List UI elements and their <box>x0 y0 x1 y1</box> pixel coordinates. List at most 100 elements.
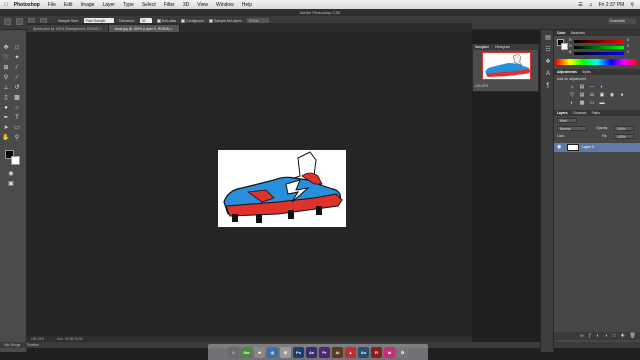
tab-timeline[interactable]: Timeline <box>27 342 39 348</box>
tool-preset-icon[interactable] <box>4 17 11 25</box>
threshold-icon[interactable]: ▭ <box>589 100 595 106</box>
clock[interactable]: Fri 2:37 PM <box>598 2 624 8</box>
menu-view[interactable]: View <box>197 2 208 8</box>
blur-tool-icon[interactable]: ● <box>2 104 10 112</box>
menu-3d[interactable]: 3D <box>183 2 189 8</box>
crop-tool-icon[interactable]: ⊞ <box>2 64 10 72</box>
navigator-thumbnail[interactable] <box>482 52 531 80</box>
menu-help[interactable]: Help <box>242 2 252 8</box>
gradient-tool-icon[interactable]: ▩ <box>13 94 21 102</box>
adjustment-layer-icon[interactable]: ◑ <box>604 333 607 339</box>
hand-tool-icon[interactable]: ✋ <box>2 134 10 142</box>
trash-dock-icon[interactable]: ♻ <box>397 346 408 358</box>
launchpad-icon[interactable]: ★ <box>254 346 265 358</box>
clone-stamp-icon[interactable]: ⊥ <box>2 84 10 92</box>
apple-icon[interactable]:  <box>4 2 8 8</box>
photo-filter-icon[interactable]: ◉ <box>609 92 615 98</box>
dock-app-ps[interactable]: Ps <box>293 346 304 358</box>
r-value[interactable]: 0 <box>627 38 629 42</box>
b-value[interactable]: 0 <box>627 50 629 54</box>
link-layers-icon[interactable]: ∞ <box>580 333 584 339</box>
color-bg-swatch[interactable] <box>561 43 568 50</box>
zoom-tool-icon[interactable]: ⚲ <box>13 134 21 142</box>
menu-edit[interactable]: Edit <box>64 2 73 8</box>
marquee-tool-icon[interactable]: □ <box>13 44 21 52</box>
dock-app-fl[interactable]: Fl <box>371 346 382 358</box>
exposure-icon[interactable]: ◐ <box>599 84 605 90</box>
menu-window[interactable]: Window <box>216 2 234 8</box>
fx-icon[interactable]: ƒ <box>589 333 592 339</box>
healing-brush-icon[interactable]: ⚲ <box>2 74 10 82</box>
paragraph-panel-icon[interactable]: ¶ <box>544 82 552 90</box>
zoom-readout[interactable]: 150.15% <box>31 337 44 341</box>
dock-app-an[interactable]: An <box>358 346 369 358</box>
menu-select[interactable]: Select <box>142 2 156 8</box>
eye-icon[interactable]: ◉ <box>557 144 561 150</box>
menu-type[interactable]: Type <box>123 2 134 8</box>
menu-filter[interactable]: Filter <box>164 2 175 8</box>
character-panel-icon[interactable]: A <box>544 70 552 78</box>
eyedropper-tool-icon[interactable]: ⁄ <box>13 64 21 72</box>
dock-app-pr[interactable]: Pr <box>319 346 330 358</box>
gradient-map-icon[interactable]: ▬ <box>599 100 605 106</box>
tab-channels[interactable]: Channels <box>573 110 587 116</box>
new-layer-icon[interactable]: ✚ <box>620 333 624 339</box>
app-menu[interactable]: Photoshop <box>14 2 40 8</box>
black-white-icon[interactable]: ▣ <box>599 92 605 98</box>
tab-styles[interactable]: Styles <box>582 69 591 75</box>
pen-tool-icon[interactable]: ✒ <box>2 114 10 122</box>
g-value[interactable]: 0 <box>627 44 629 48</box>
lasso-tool-icon[interactable]: ➰ <box>2 54 10 62</box>
acrobat-icon[interactable]: ▲ <box>345 346 356 358</box>
layer-name[interactable]: Layer 0 <box>582 144 594 151</box>
color-spectrum-bar[interactable] <box>556 59 638 65</box>
posterize-icon[interactable]: ▩ <box>579 100 585 106</box>
path-selection-icon[interactable]: ➤ <box>2 124 10 132</box>
properties-panel-icon[interactable]: ☷ <box>544 46 552 54</box>
dock-app-id[interactable]: Id <box>384 346 395 358</box>
tab-navigator[interactable]: Navigator <box>475 44 489 50</box>
history-brush-icon[interactable]: ↺ <box>13 84 21 92</box>
workspace-select[interactable]: Essentials <box>608 18 636 24</box>
eraser-tool-icon[interactable]: ▯ <box>2 94 10 102</box>
move-tool-icon[interactable]: ✥ <box>2 44 10 52</box>
fill-input[interactable]: 100% <box>614 134 634 139</box>
trash-icon[interactable]: 🗑 <box>630 333 636 339</box>
dock-app-ae[interactable]: Ae <box>306 346 317 358</box>
history-panel-icon[interactable]: ▤ <box>544 34 552 42</box>
safari-icon[interactable]: ◎ <box>267 346 278 358</box>
mask-icon[interactable]: ◐ <box>596 333 599 339</box>
wifi-icon[interactable]: ☰ <box>578 2 582 8</box>
brush-panel-icon[interactable]: ❖ <box>544 58 552 66</box>
doc-size[interactable]: Doc: 75.3K/75.3K <box>57 337 83 341</box>
screen-mode-icon[interactable]: ▣ <box>7 180 15 188</box>
dock-app-ai[interactable]: Ai <box>332 346 343 358</box>
background-color-swatch[interactable] <box>11 156 20 165</box>
hue-saturation-icon[interactable]: ▤ <box>579 92 585 98</box>
tab-adjustments[interactable]: Adjustments <box>557 69 577 75</box>
menu-layer[interactable]: Layer <box>102 2 115 8</box>
new-group-icon[interactable]: □ <box>612 333 615 339</box>
dock-app-dw[interactable]: Dw <box>241 346 252 358</box>
brightness-contrast-icon[interactable]: ☼ <box>569 84 575 90</box>
tab-paths[interactable]: Paths <box>592 110 600 116</box>
type-tool-icon[interactable]: T <box>13 114 21 122</box>
tab-swatches[interactable]: Swatches <box>571 30 585 36</box>
tab-histogram[interactable]: Histogram <box>495 44 510 50</box>
vibrance-icon[interactable]: ▽ <box>569 92 575 98</box>
magic-wand-tool-icon[interactable]: ✦ <box>13 54 21 62</box>
menu-file[interactable]: File <box>48 2 56 8</box>
shape-tool-icon[interactable]: ▭ <box>13 124 21 132</box>
volume-icon[interactable]: ♫ <box>589 2 593 8</box>
tab-color[interactable]: Color <box>557 30 566 36</box>
b-slider[interactable] <box>574 52 624 55</box>
blend-mode-select[interactable]: Normal <box>557 126 587 131</box>
layer-thumbnail[interactable] <box>567 144 579 151</box>
r-slider[interactable] <box>574 40 624 43</box>
document-canvas[interactable] <box>218 150 346 227</box>
g-slider[interactable] <box>574 46 624 49</box>
invert-icon[interactable]: ◐ <box>569 100 575 106</box>
levels-icon[interactable]: ▤ <box>579 84 585 90</box>
tab-layers[interactable]: Layers <box>557 110 568 116</box>
navigator-zoom[interactable]: 150.15% <box>475 84 488 88</box>
